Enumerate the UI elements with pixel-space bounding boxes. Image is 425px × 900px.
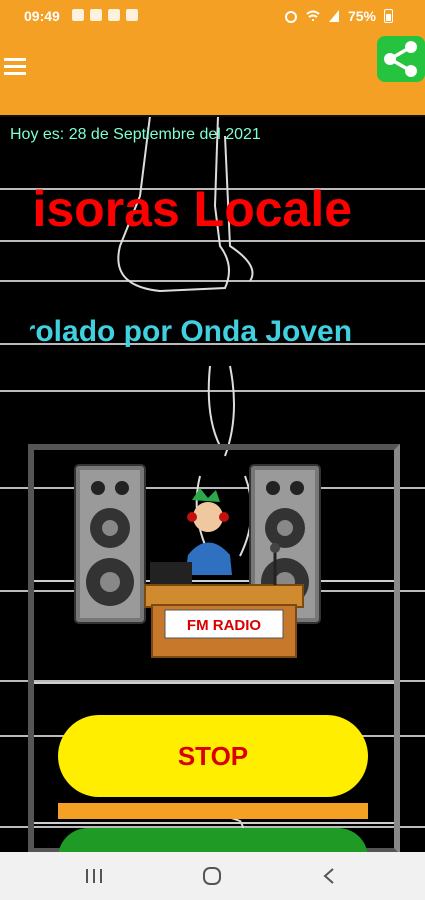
alarm-icon [284,11,297,23]
app-icon [126,9,138,21]
subtitle-text: rrolado por Onda Joven [30,315,353,348]
battery-icon [384,9,393,23]
recents-icon[interactable] [82,866,106,886]
divider [0,115,425,117]
image-icon [108,9,120,21]
progress-fill [58,803,368,819]
hamburger-icon[interactable] [4,58,26,76]
app-bar [0,32,425,116]
system-icons: 75% [284,8,393,24]
android-nav-bar [0,852,425,900]
home-icon[interactable] [200,866,224,886]
message-icon [72,9,84,21]
title-marquee: misoras Locale [30,180,398,238]
progress-bar [58,803,368,819]
stop-button[interactable]: STOP [58,715,368,797]
share-button[interactable] [377,36,425,82]
fm-radio-sign: FM RADIO [187,617,261,634]
share-icon [384,41,417,77]
back-icon[interactable] [318,866,342,886]
notification-icons [72,9,138,21]
tools-icon [90,9,102,21]
title-text: misoras Locale [30,181,353,237]
dj-radio-illustration: FM RADIO [74,464,321,658]
speaker-left [74,464,146,624]
battery-text: 75% [347,8,376,24]
subtitle-marquee: rrolado por Onda Joven [30,312,398,352]
date-label: Hoy es: 28 de Septiembre del 2021 [10,126,261,143]
status-bar: 09:49 75% [0,0,425,32]
signal-icon [328,10,339,22]
wifi-icon [306,10,320,21]
dj-character [185,488,232,575]
status-time: 09:49 [24,8,60,24]
